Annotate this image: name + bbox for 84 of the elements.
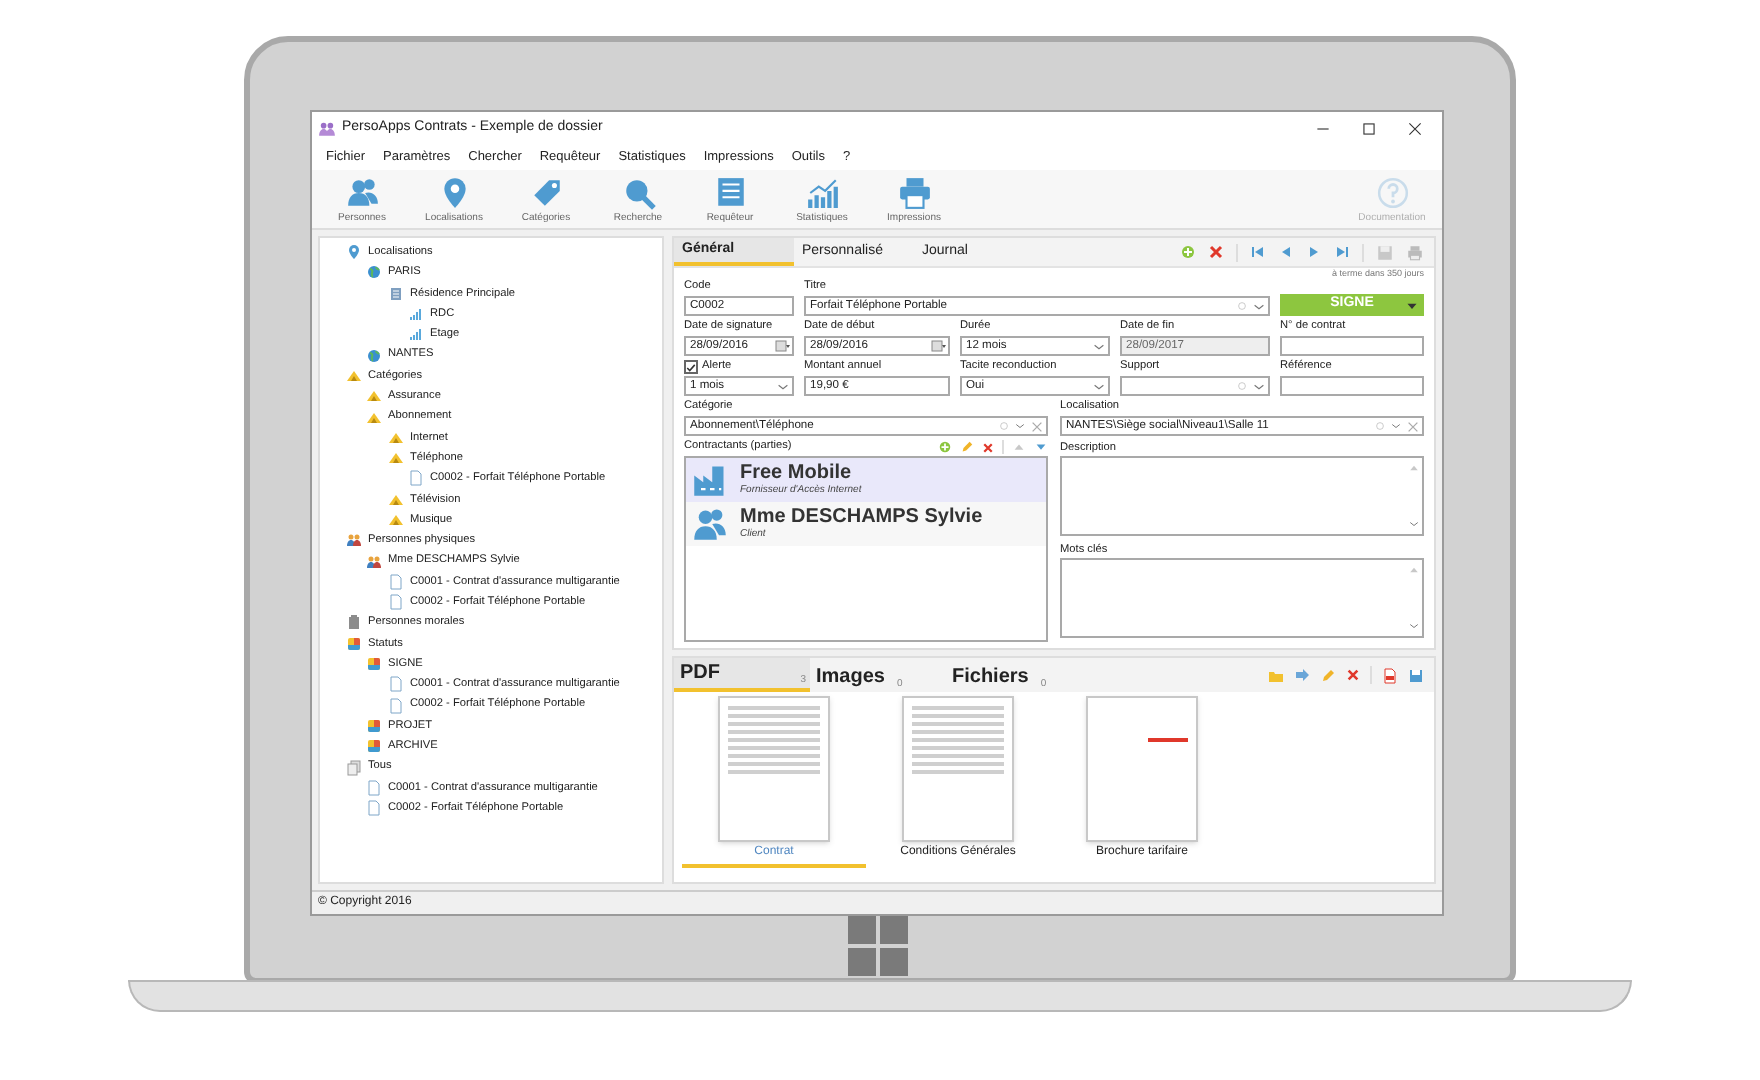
circle-icon[interactable] [1236,300,1248,312]
party-name: Mme DESCHAMPS Sylvie [740,508,983,528]
triangle-icon [366,409,382,426]
input-field[interactable] [1280,376,1424,396]
text-area[interactable] [1060,558,1424,638]
input-field[interactable] [1280,336,1424,356]
globe-icon [366,264,382,281]
document-thumbnail[interactable] [1086,696,1198,842]
chart-icon [805,175,839,209]
list-icon [713,175,747,209]
up-arrow-icon[interactable] [1012,440,1026,454]
maximize-icon[interactable] [1360,119,1378,137]
clear-icon[interactable] [1030,419,1044,433]
save-icon[interactable] [1376,243,1394,261]
arrow-icon[interactable] [1294,667,1310,683]
people-icon [345,175,379,209]
circle-icon[interactable] [1374,420,1386,432]
chevron-down-icon[interactable] [1092,379,1106,393]
previous-icon[interactable] [1278,244,1294,260]
bars-icon [408,326,424,343]
delete-icon[interactable] [982,441,994,453]
chevron-down-icon[interactable] [1408,620,1420,632]
chevron-down-icon[interactable] [1092,339,1106,353]
chevron-down-icon[interactable] [1014,420,1026,432]
clear-icon[interactable] [1406,419,1420,433]
input-field[interactable] [1120,376,1270,396]
next-icon[interactable] [1306,244,1322,260]
printer-icon [897,175,931,209]
status-icon [366,738,382,755]
people-icon [366,553,382,570]
status-icon [366,717,382,734]
search-icon [621,175,655,209]
calendar-icon[interactable] [774,338,790,354]
last-icon[interactable] [1334,244,1350,260]
chevron-down-icon[interactable] [1252,299,1266,313]
triangle-icon [388,512,404,528]
person-icon [692,506,728,542]
triangle-icon [388,450,404,467]
delete-icon[interactable] [1346,668,1360,682]
app-logo-icon [318,119,336,137]
windows-logo-icon [848,916,908,976]
triangle-icon [366,388,382,405]
triangle-icon [388,429,404,446]
circle-icon[interactable] [1236,380,1248,392]
document-thumbnail[interactable] [902,696,1014,842]
factory-icon [692,462,728,498]
chevron-down-icon[interactable] [1408,518,1420,530]
down-arrow-icon[interactable] [1034,440,1048,454]
document-icon [408,470,424,487]
map-pin-icon [346,244,362,261]
save-icon[interactable] [1408,667,1424,683]
building-icon [346,614,362,631]
up-arrow-icon[interactable] [1408,462,1420,474]
first-icon[interactable] [1250,244,1266,260]
pencil-icon[interactable] [1320,667,1336,683]
add-icon[interactable] [938,440,952,454]
globe-icon [366,347,382,364]
add-icon[interactable] [1180,244,1196,260]
close-icon[interactable] [1406,119,1424,137]
tag-icon [529,175,563,209]
status-icon [346,635,362,652]
pages-icon [346,759,362,776]
document-thumbnail[interactable] [718,696,830,842]
pdf-icon[interactable] [1382,667,1398,683]
delete-icon[interactable] [1208,244,1224,260]
chevron-down-icon[interactable] [776,379,790,393]
caret-icon [1406,299,1418,311]
people-icon [346,532,362,549]
status-icon [366,656,382,673]
chevron-down-icon[interactable] [1252,379,1266,393]
triangle-icon [346,367,362,384]
calendar-icon[interactable] [930,338,946,354]
text-area[interactable] [1060,456,1424,536]
circle-icon[interactable] [998,420,1010,432]
checkbox[interactable] [684,360,698,374]
party-name: Free Mobile [740,464,854,484]
printer-icon[interactable] [1406,243,1424,261]
help-icon [1375,175,1409,209]
up-arrow-icon[interactable] [1408,564,1420,576]
chevron-down-icon[interactable] [1390,420,1402,432]
bars-icon [408,306,424,323]
folder-icon[interactable] [1268,667,1284,683]
building-icon [388,285,404,302]
triangle-icon [388,491,404,508]
